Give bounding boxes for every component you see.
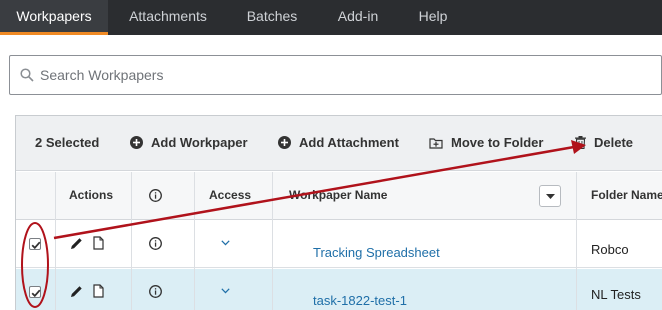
column-divider [194, 172, 195, 310]
pencil-icon[interactable] [70, 237, 83, 250]
workpaper-name-link[interactable]: Tracking Spreadsheet [313, 245, 440, 260]
info-icon [149, 189, 162, 202]
tab-attachments[interactable]: Attachments [116, 0, 220, 35]
table-row[interactable]: task-1822-test-1 NL Tests [16, 269, 662, 310]
plus-circle-icon [130, 136, 143, 149]
tab-batches[interactable]: Batches [236, 0, 308, 35]
column-actions-header[interactable]: Actions [69, 172, 113, 220]
add-workpaper-button[interactable]: Add Workpaper [130, 135, 248, 150]
column-divider [576, 172, 577, 310]
pencil-icon[interactable] [70, 285, 83, 298]
column-menu-button[interactable] [539, 185, 561, 207]
add-attachment-label: Add Attachment [299, 135, 399, 150]
chevron-down-icon[interactable] [221, 240, 230, 246]
chevron-down-icon[interactable] [221, 288, 230, 294]
grid-header: Actions Access Workpaper Name Folder Nam… [16, 172, 662, 220]
tab-workpapers[interactable]: Workpapers [0, 0, 108, 35]
search-input[interactable] [40, 64, 640, 86]
grid-toolbar: 2 Selected Add Workpaper Add Attachment … [16, 116, 662, 171]
info-icon[interactable] [149, 237, 162, 250]
folder-name-cell: NL Tests [591, 287, 641, 302]
column-divider [55, 172, 56, 310]
move-to-folder-button[interactable]: Move to Folder [429, 135, 543, 150]
add-workpaper-label: Add Workpaper [151, 135, 248, 150]
selected-count: 2 Selected [35, 135, 100, 150]
folder-name-cell: Robco [591, 242, 629, 257]
delete-button[interactable]: Delete [575, 135, 633, 150]
top-nav: Workpapers Attachments Batches Add-in He… [0, 0, 662, 35]
search-icon [20, 68, 34, 82]
table-row[interactable]: Tracking Spreadsheet Robco [16, 221, 662, 268]
tab-help[interactable]: Help [408, 0, 458, 35]
column-access-header[interactable]: Access [209, 172, 251, 220]
checkmark-icon [31, 289, 41, 298]
info-icon[interactable] [149, 285, 162, 298]
column-divider [131, 172, 132, 310]
search-box[interactable] [9, 55, 662, 95]
folder-plus-icon [429, 138, 443, 149]
document-icon[interactable] [93, 236, 104, 250]
delete-label: Delete [594, 135, 634, 150]
row-checkbox[interactable] [29, 286, 41, 298]
column-folder-name-header[interactable]: Folder Name [591, 172, 662, 220]
add-attachment-button[interactable]: Add Attachment [278, 135, 399, 150]
workpaper-grid: 2 Selected Add Workpaper Add Attachment … [15, 115, 662, 310]
document-icon[interactable] [93, 284, 104, 298]
column-workpaper-name-header[interactable]: Workpaper Name [289, 172, 387, 220]
caret-down-icon [546, 194, 555, 199]
move-to-folder-label: Move to Folder [451, 135, 544, 150]
trash-icon [575, 136, 586, 149]
checkmark-icon [31, 241, 41, 250]
column-divider [272, 172, 273, 310]
plus-circle-icon [278, 136, 291, 149]
row-checkbox[interactable] [29, 238, 41, 250]
workpaper-name-link[interactable]: task-1822-test-1 [313, 293, 407, 308]
tab-add-in[interactable]: Add-in [325, 0, 391, 35]
